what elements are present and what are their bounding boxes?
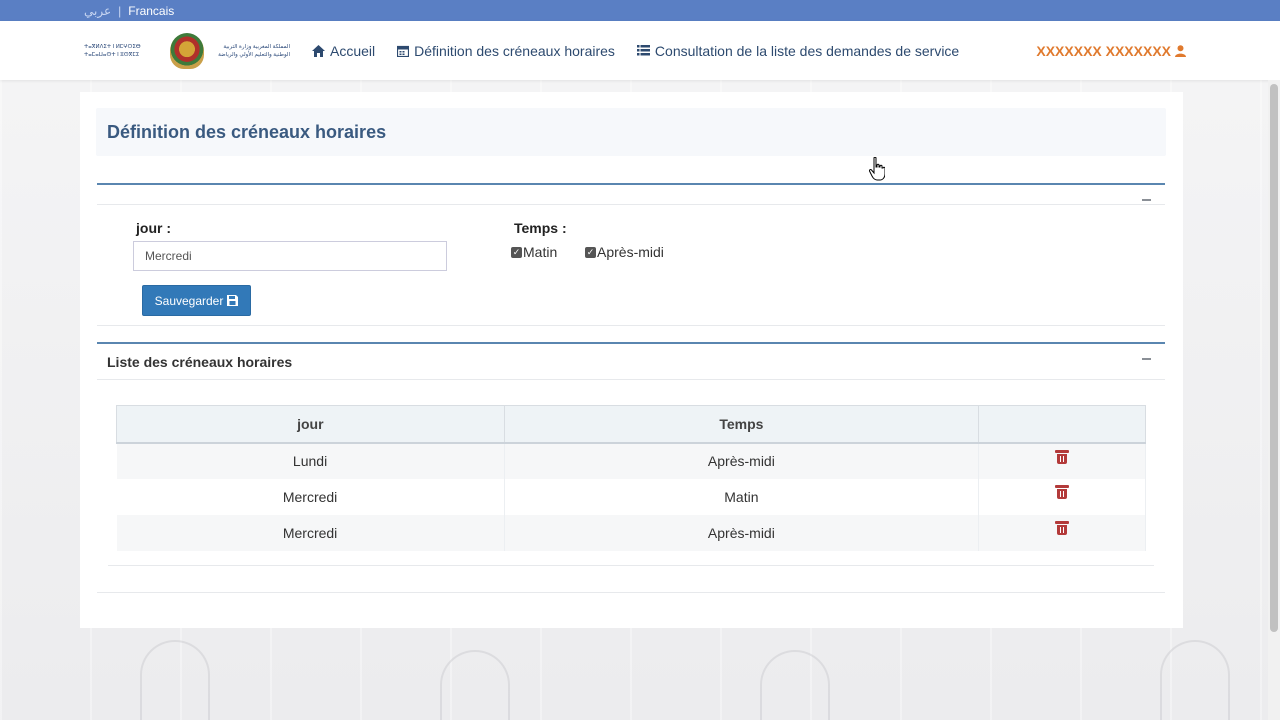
page-title-box: Définition des créneaux horaires (96, 108, 1166, 156)
nav-item-accueil[interactable]: Accueil (312, 43, 375, 59)
divider (97, 592, 1165, 593)
nav-item-consultation-demandes[interactable]: Consultation de la liste des demandes de… (636, 42, 960, 59)
logo-text-arabic: المملكة المغربية وزارة التربية الوطنية و… (218, 44, 290, 58)
nav-label: Consultation de la liste des demandes de… (654, 42, 960, 59)
cell-temps: Après-midi (504, 514, 980, 551)
table-header-row: jour Temps (116, 405, 1146, 444)
table-row: Lundi Après-midi (116, 442, 1146, 479)
nav-label: Définition des créneaux horaires (414, 42, 615, 59)
cell-actions (978, 442, 1146, 479)
main-panel: Définition des créneaux horaires jour : … (80, 92, 1183, 628)
language-bar: عربي | Francais (0, 0, 1280, 21)
list-title: Liste des créneaux horaires (107, 354, 293, 370)
column-header-actions (978, 405, 1146, 444)
creneaux-table: jour Temps Lundi Après-midi Mercredi Mat… (116, 405, 1146, 551)
list-icon (636, 45, 650, 56)
form-section-divider (97, 183, 1165, 185)
hand-pointer-cursor-icon (869, 157, 885, 181)
cell-temps: Matin (504, 478, 980, 515)
trash-icon[interactable] (1055, 521, 1070, 535)
divider (97, 379, 1165, 380)
table-row: Mercredi Après-midi (116, 514, 1146, 551)
save-button-label: Sauvegarder (154, 293, 224, 308)
calendar-icon (397, 45, 410, 57)
language-french-link[interactable]: Francais (128, 4, 174, 18)
user-menu[interactable]: XXXXXXX XXXXXXX (1036, 21, 1186, 80)
cell-actions (978, 478, 1146, 515)
user-icon (1175, 44, 1186, 57)
cell-temps: Après-midi (504, 442, 980, 479)
jour-label: jour : (136, 220, 171, 236)
divider (108, 565, 1154, 566)
nav-item-definition-creneaux[interactable]: Définition des créneaux horaires (397, 43, 615, 59)
home-icon (312, 44, 325, 57)
table-row: Mercredi Matin (116, 478, 1146, 515)
background-arch (1160, 640, 1230, 720)
column-header-temps[interactable]: Temps (503, 405, 980, 444)
save-button[interactable]: Sauvegarder (142, 285, 251, 316)
trash-icon[interactable] (1055, 449, 1070, 464)
background-arch (140, 640, 210, 720)
cell-jour: Mercredi (116, 514, 505, 551)
checkbox-label: Après-midi (597, 244, 664, 260)
page-title: Définition des créneaux horaires (107, 122, 387, 142)
user-name: XXXXXXX XXXXXXX (1036, 42, 1171, 59)
cell-actions (978, 514, 1146, 551)
collapse-form-icon[interactable] (1142, 199, 1151, 201)
floppy-disk-icon (227, 295, 239, 306)
site-header: ⵜⴰⴳⵍⴷⵉⵜ ⵏ ⵍⵎⵖⵔⵉⴱ ⵜⴰⵎⴰⵡⴰⵙⵜ ⵏ ⵓⵙⴳⵎⵉ المملك… (0, 21, 1280, 80)
checkbox-checked-icon[interactable]: ✓ (585, 246, 596, 258)
divider (97, 204, 1165, 205)
language-separator: | (118, 3, 122, 18)
list-section-divider (97, 342, 1165, 344)
scrollbar-thumb[interactable] (1270, 84, 1278, 632)
ministry-logo[interactable]: ⵜⴰⴳⵍⴷⵉⵜ ⵏ ⵍⵎⵖⵔⵉⴱ ⵜⴰⵎⴰⵡⴰⵙⵜ ⵏ ⵓⵙⴳⵎⵉ المملك… (84, 30, 294, 72)
background-arch (760, 650, 830, 720)
checkbox-matin[interactable]: ✓ Matin (511, 244, 557, 260)
temps-label: Temps : (514, 220, 567, 236)
royal-emblem-icon (170, 33, 204, 69)
column-header-jour[interactable]: jour (116, 405, 505, 444)
cell-jour: Mercredi (116, 478, 505, 515)
checkbox-label: Matin (523, 244, 558, 260)
jour-input[interactable] (133, 241, 447, 271)
language-arabic-link[interactable]: عربي (84, 4, 111, 18)
checkbox-apres-midi[interactable]: ✓ Après-midi (585, 244, 664, 260)
trash-icon[interactable] (1055, 485, 1070, 499)
logo-text-tifinagh: ⵜⴰⴳⵍⴷⵉⵜ ⵏ ⵍⵎⵖⵔⵉⴱ ⵜⴰⵎⴰⵡⴰⵙⵜ ⵏ ⵓⵙⴳⵎⵉ (84, 44, 141, 58)
nav-label: Accueil (330, 42, 376, 59)
background-arch (440, 650, 510, 720)
divider (97, 325, 1165, 326)
main-nav: Accueil Définition des créneaux horaires… (312, 21, 959, 80)
checkbox-checked-icon[interactable]: ✓ (511, 246, 522, 258)
collapse-list-icon[interactable] (1142, 358, 1151, 360)
cell-jour: Lundi (116, 442, 505, 479)
